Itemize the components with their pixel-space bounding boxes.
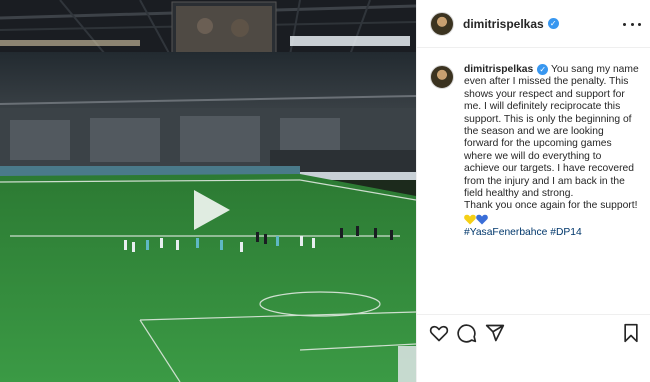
- caption-username[interactable]: dimitrispelkas: [464, 64, 533, 75]
- caption-row: dimitrispelkas ✓ You sang my name even af…: [430, 64, 646, 239]
- caption-line: the season and we are looking: [464, 126, 604, 138]
- blue-heart-icon: [476, 214, 488, 225]
- yellow-heart-icon: [464, 214, 476, 225]
- post-video[interactable]: [0, 0, 416, 382]
- heart-emojis: [464, 214, 639, 227]
- caption-avatar[interactable]: [430, 65, 454, 89]
- hashtags-link[interactable]: #YasaFenerbahce #DP14: [464, 227, 639, 239]
- verified-badge-icon: ✓: [547, 18, 559, 29]
- caption-line: me. I will definitely reciprocate this: [464, 101, 621, 113]
- bookmark-icon[interactable]: [621, 323, 641, 343]
- caption-line: shows your respect and support for: [464, 88, 625, 100]
- caption-line: support. This is only the beginning of: [464, 113, 632, 125]
- action-bar: [417, 314, 650, 350]
- post-side-panel: dimitrispelkas ✓ dimitrispelkas ✓ You san…: [416, 0, 650, 382]
- heart-outline-icon[interactable]: [429, 323, 449, 343]
- play-icon[interactable]: [186, 186, 234, 234]
- avatar[interactable]: [430, 11, 454, 36]
- share-icon[interactable]: [485, 323, 505, 343]
- more-icon[interactable]: [623, 15, 641, 33]
- caption-line: where we will do everything to: [464, 150, 602, 162]
- post-header: dimitrispelkas ✓: [417, 0, 650, 48]
- caption-line: achieve our targets. I have recovered: [464, 163, 634, 175]
- caption-line: from the injury and I am back in the: [464, 175, 625, 187]
- caption-text: dimitrispelkas ✓ You sang my name even af…: [464, 64, 639, 239]
- caption-line: field healthy and strong.: [464, 188, 574, 200]
- comment-icon[interactable]: [457, 323, 477, 343]
- header-username[interactable]: dimitrispelkas: [463, 17, 544, 31]
- caption-line: You sang my name: [550, 64, 639, 75]
- caption-line: Thank you once again for the support!: [464, 200, 638, 212]
- verified-badge-icon: ✓: [537, 64, 549, 75]
- caption-line: even after I missed the penalty. This: [464, 76, 629, 88]
- caption-line: forward for the upcoming games: [464, 138, 612, 150]
